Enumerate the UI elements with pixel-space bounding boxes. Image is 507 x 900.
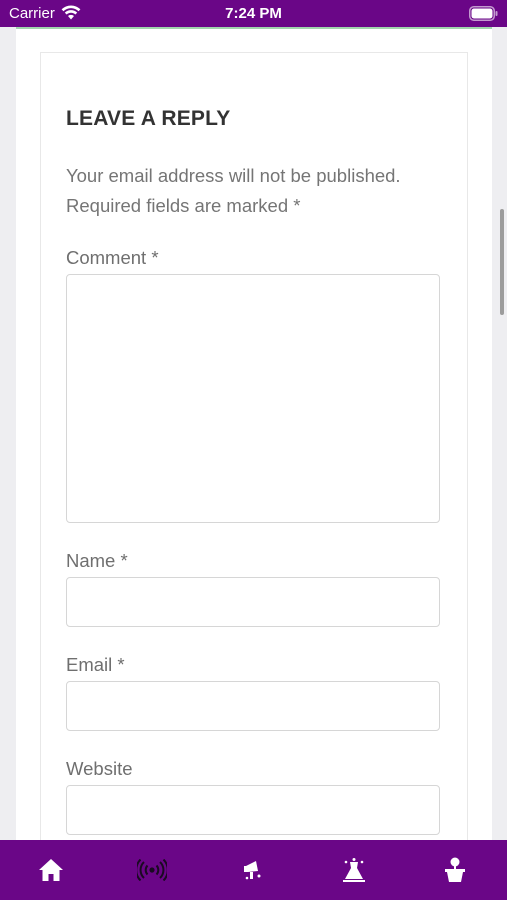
- tab-home[interactable]: [0, 840, 101, 900]
- required-notice: Required fields are marked *: [66, 195, 301, 216]
- status-time: 7:24 PM: [225, 5, 282, 22]
- email-label: Email *: [66, 654, 125, 675]
- status-bar: Carrier 7:24 PM: [0, 0, 507, 27]
- home-icon: [38, 859, 63, 881]
- broadcast-icon: [136, 859, 167, 881]
- page-content: LEAVE A REPLY Your email address will no…: [16, 27, 492, 840]
- tab-announcements[interactable]: [202, 840, 303, 900]
- reply-notes: Your email address will not be published…: [66, 161, 456, 221]
- comment-field[interactable]: [66, 274, 440, 523]
- potted-plant-icon: [444, 857, 465, 882]
- name-label: Name *: [66, 550, 128, 571]
- battery-icon: [469, 6, 498, 21]
- name-field[interactable]: [66, 577, 440, 627]
- dress-icon: [342, 858, 365, 882]
- reply-title: LEAVE A REPLY: [66, 107, 231, 130]
- tab-fashion[interactable]: [303, 840, 404, 900]
- tab-plant[interactable]: [404, 840, 505, 900]
- website-field[interactable]: [66, 785, 440, 835]
- email-notice: Your email address will not be published…: [66, 165, 401, 186]
- website-label: Website: [66, 758, 133, 779]
- reply-form-card: LEAVE A REPLY Your email address will no…: [40, 52, 468, 840]
- comment-label: Comment *: [66, 247, 159, 268]
- divider: [16, 27, 492, 29]
- scrollbar[interactable]: [500, 209, 504, 315]
- tab-live[interactable]: [101, 840, 202, 900]
- megaphone-icon: [243, 861, 260, 880]
- email-field[interactable]: [66, 681, 440, 731]
- tab-bar: [0, 840, 507, 900]
